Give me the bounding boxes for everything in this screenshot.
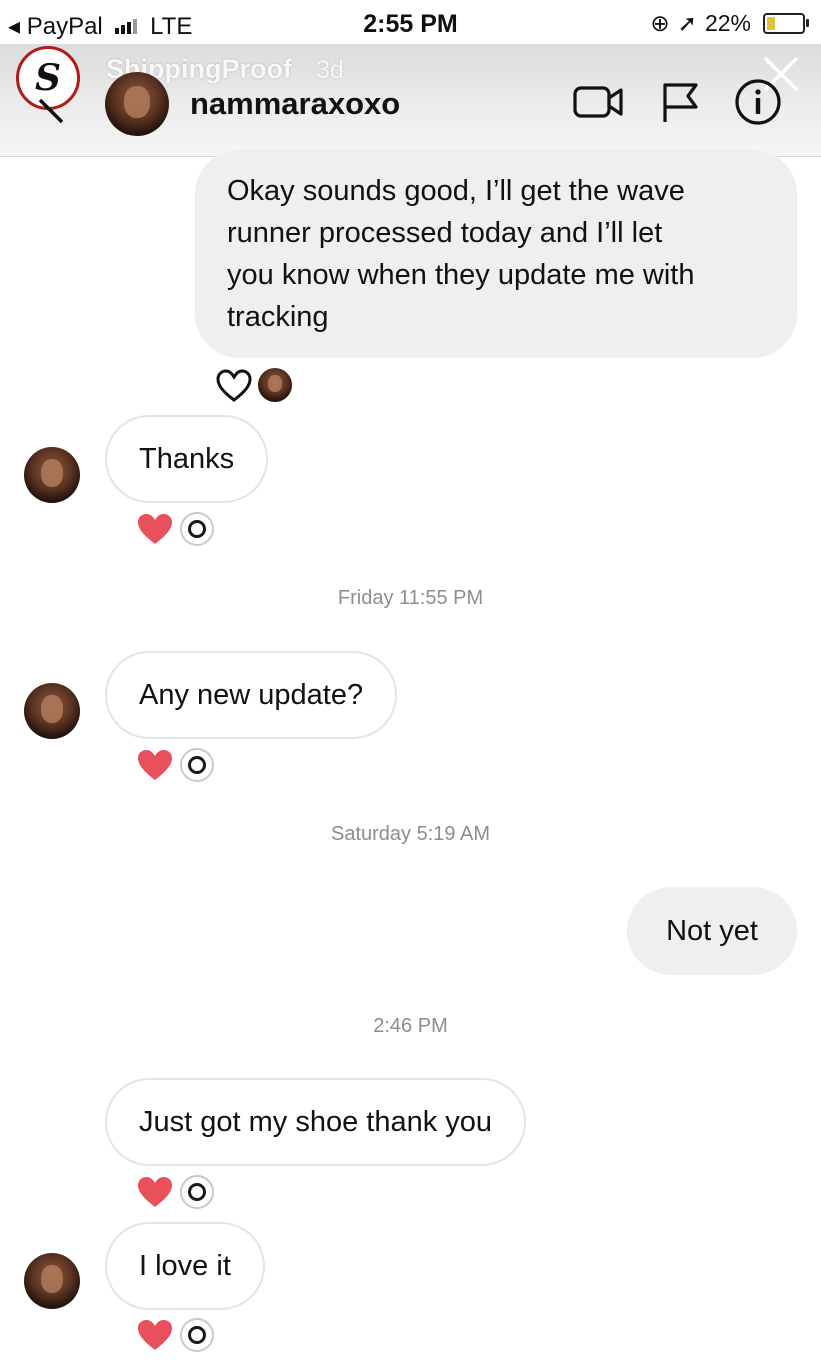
- message-bubble-incoming[interactable]: Thanks: [105, 415, 269, 503]
- story-progress-fill: [6, 3, 791, 7]
- message-line: Okay sounds good, I’ll get the wave: [227, 175, 685, 207]
- message-text: I love it: [139, 1250, 231, 1282]
- chat-header: S ShippingProof 3d nammaraxoxo: [0, 44, 821, 157]
- story-age: 3d: [316, 56, 344, 84]
- heart-filled-icon[interactable]: [136, 1175, 174, 1209]
- heart-filled-icon[interactable]: [136, 512, 174, 546]
- message-line: runner processed today and I’ll let: [227, 217, 663, 249]
- sender-avatar[interactable]: [24, 1253, 80, 1309]
- message-bubble-incoming[interactable]: I love it: [105, 1222, 265, 1310]
- location-icon: ➚: [677, 10, 697, 36]
- conversation-username[interactable]: nammaraxoxo: [190, 86, 400, 122]
- sender-avatar[interactable]: [24, 447, 80, 503]
- info-icon[interactable]: [734, 78, 782, 126]
- video-call-icon[interactable]: [572, 80, 624, 124]
- message-line: you know when they update me with: [227, 259, 695, 291]
- battery-icon: [763, 13, 809, 34]
- status-right: ⊕ ➚ 22%: [650, 10, 809, 37]
- reactor-badge-icon[interactable]: [180, 1175, 214, 1209]
- heart-outline-icon[interactable]: [216, 369, 252, 403]
- message-text: Just got my shoe thank you: [139, 1106, 493, 1138]
- heart-filled-icon[interactable]: [136, 748, 174, 782]
- back-arrow-icon[interactable]: [36, 96, 66, 126]
- flag-icon[interactable]: [660, 80, 700, 124]
- message-bubble-outgoing[interactable]: Okay sounds good, I’ll get the wave runn…: [195, 150, 797, 358]
- message-bubble-incoming[interactable]: Just got my shoe thank you: [105, 1078, 527, 1166]
- timestamp: 2:46 PM: [373, 1015, 448, 1037]
- battery-fill: [767, 17, 776, 30]
- sender-avatar[interactable]: [24, 683, 80, 739]
- battery-percent: 22%: [704, 10, 751, 36]
- timestamp: Saturday 5:19 AM: [331, 823, 490, 845]
- reactor-avatar[interactable]: [258, 368, 292, 402]
- message-line: tracking: [227, 301, 329, 333]
- timestamp: Friday 11:55 PM: [337, 587, 484, 609]
- message-bubble-incoming[interactable]: Any new update?: [105, 651, 398, 739]
- message-bubble-outgoing[interactable]: Not yet: [627, 887, 797, 975]
- message-text: Not yet: [666, 915, 758, 947]
- reactor-badge-icon[interactable]: [180, 1318, 214, 1352]
- reactor-badge-icon[interactable]: [180, 748, 214, 782]
- message-text: Any new update?: [139, 679, 364, 711]
- story-progress-bar: [6, 3, 815, 7]
- reactor-badge-icon[interactable]: [180, 512, 214, 546]
- header-avatar[interactable]: [105, 72, 169, 136]
- rotation-lock-icon: ⊕: [650, 10, 670, 36]
- status-bar: ◂ PayPal LTE 2:55 PM ⊕ ➚ 22%: [0, 0, 821, 44]
- message-text: Thanks: [139, 443, 235, 475]
- heart-filled-icon[interactable]: [136, 1318, 174, 1352]
